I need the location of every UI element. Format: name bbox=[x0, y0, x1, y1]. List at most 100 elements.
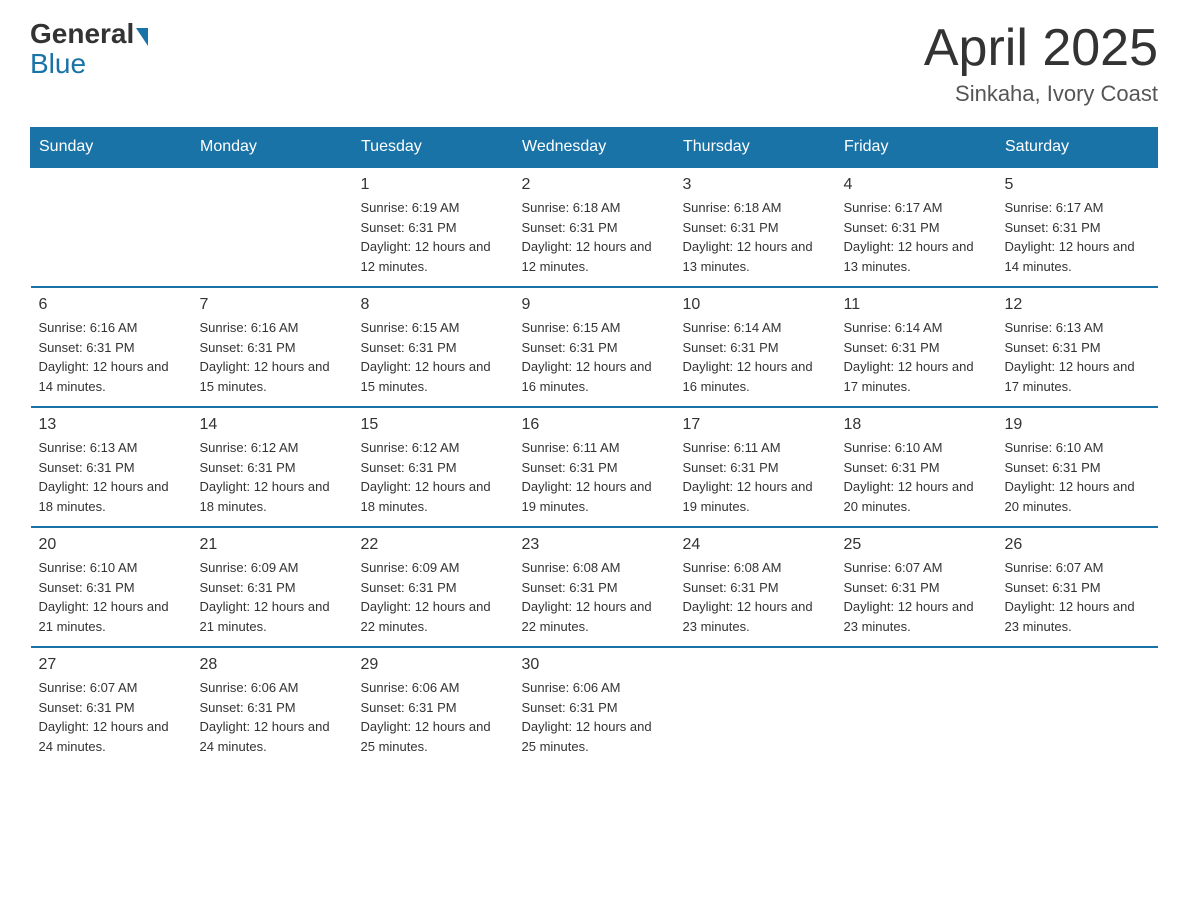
day-number-4: 4 bbox=[844, 176, 989, 194]
day-info-18: Sunrise: 6:10 AMSunset: 6:31 PMDaylight:… bbox=[844, 438, 989, 516]
day-cell-4: 4 Sunrise: 6:17 AMSunset: 6:31 PMDaylight… bbox=[836, 167, 997, 287]
day-number-13: 13 bbox=[39, 416, 184, 434]
day-cell-3: 3 Sunrise: 6:18 AMSunset: 6:31 PMDaylight… bbox=[675, 167, 836, 287]
day-info-9: Sunrise: 6:15 AMSunset: 6:31 PMDaylight:… bbox=[522, 318, 667, 396]
day-info-30: Sunrise: 6:06 AMSunset: 6:31 PMDaylight:… bbox=[522, 678, 667, 756]
day-info-6: Sunrise: 6:16 AMSunset: 6:31 PMDaylight:… bbox=[39, 318, 184, 396]
day-number-27: 27 bbox=[39, 656, 184, 674]
day-info-19: Sunrise: 6:10 AMSunset: 6:31 PMDaylight:… bbox=[1005, 438, 1150, 516]
logo-general-text: General bbox=[30, 20, 134, 48]
day-info-23: Sunrise: 6:08 AMSunset: 6:31 PMDaylight:… bbox=[522, 558, 667, 636]
day-cell-2: 2Sunrise: 6:18 AMSunset: 6:31 PMDaylight… bbox=[514, 167, 675, 287]
day-info-25: Sunrise: 6:07 AMSunset: 6:31 PMDaylight:… bbox=[844, 558, 989, 636]
day-cell-24: 24Sunrise: 6:08 AMSunset: 6:31 PMDayligh… bbox=[675, 527, 836, 647]
day-info-10: Sunrise: 6:14 AMSunset: 6:31 PMDaylight:… bbox=[683, 318, 828, 396]
day-cell-1: 1Sunrise: 6:19 AMSunset: 6:31 PMDaylight… bbox=[353, 167, 514, 287]
day-info-8: Sunrise: 6:15 AMSunset: 6:31 PMDaylight:… bbox=[361, 318, 506, 396]
day-cell-21: 21 Sunrise: 6:09 AMSunset: 6:31 PMDayligh… bbox=[192, 527, 353, 647]
empty-cell bbox=[31, 167, 192, 287]
day-info-3: Sunrise: 6:18 AMSunset: 6:31 PMDaylight:… bbox=[683, 198, 828, 276]
day-number-11: 11 bbox=[844, 296, 989, 314]
day-cell-17: 17 Sunrise: 6:11 AMSunset: 6:31 PMDayligh… bbox=[675, 407, 836, 527]
day-number-10: 10 bbox=[683, 296, 828, 314]
empty-cell bbox=[675, 647, 836, 766]
day-info-24: Sunrise: 6:08 AMSunset: 6:31 PMDaylight:… bbox=[683, 558, 828, 636]
location-title: Sinkaha, Ivory Coast bbox=[924, 81, 1158, 107]
weekday-header-thursday: Thursday bbox=[675, 128, 836, 168]
day-info-14: Sunrise: 6:12 AMSunset: 6:31 PMDaylight:… bbox=[200, 438, 345, 516]
day-number-26: 26 bbox=[1005, 536, 1150, 554]
day-number-20: 20 bbox=[39, 536, 184, 554]
day-cell-14: 14 Sunrise: 6:12 AMSunset: 6:31 PMDayligh… bbox=[192, 407, 353, 527]
day-info-27: Sunrise: 6:07 AMSunset: 6:31 PMDaylight:… bbox=[39, 678, 184, 756]
day-number-12: 12 bbox=[1005, 296, 1150, 314]
day-number-3: 3 bbox=[683, 176, 828, 194]
day-number-17: 17 bbox=[683, 416, 828, 434]
day-number-9: 9 bbox=[522, 296, 667, 314]
day-info-21: Sunrise: 6:09 AMSunset: 6:31 PMDaylight:… bbox=[200, 558, 345, 636]
day-cell-8: 8 Sunrise: 6:15 AMSunset: 6:31 PMDaylight… bbox=[353, 287, 514, 407]
calendar-table: SundayMondayTuesdayWednesdayThursdayFrid… bbox=[30, 127, 1158, 766]
weekday-header-row: SundayMondayTuesdayWednesdayThursdayFrid… bbox=[31, 128, 1158, 168]
day-info-13: Sunrise: 6:13 AMSunset: 6:31 PMDaylight:… bbox=[39, 438, 184, 516]
empty-cell bbox=[997, 647, 1158, 766]
logo-triangle-icon bbox=[136, 28, 148, 46]
day-number-8: 8 bbox=[361, 296, 506, 314]
day-cell-15: 15 Sunrise: 6:12 AMSunset: 6:31 PMDayligh… bbox=[353, 407, 514, 527]
day-cell-30: 30Sunrise: 6:06 AMSunset: 6:31 PMDayligh… bbox=[514, 647, 675, 766]
day-cell-27: 27 Sunrise: 6:07 AMSunset: 6:31 PMDayligh… bbox=[31, 647, 192, 766]
header: General Blue April 2025 Sinkaha, Ivory C… bbox=[30, 20, 1158, 107]
logo: General Blue bbox=[30, 20, 150, 80]
day-info-15: Sunrise: 6:12 AMSunset: 6:31 PMDaylight:… bbox=[361, 438, 506, 516]
week-row-1: 1Sunrise: 6:19 AMSunset: 6:31 PMDaylight… bbox=[31, 167, 1158, 287]
day-info-5: Sunrise: 6:17 AMSunset: 6:31 PMDaylight:… bbox=[1005, 198, 1150, 276]
week-row-2: 6 Sunrise: 6:16 AMSunset: 6:31 PMDaylight… bbox=[31, 287, 1158, 407]
day-info-17: Sunrise: 6:11 AMSunset: 6:31 PMDaylight:… bbox=[683, 438, 828, 516]
day-cell-28: 28 Sunrise: 6:06 AMSunset: 6:31 PMDayligh… bbox=[192, 647, 353, 766]
day-cell-20: 20 Sunrise: 6:10 AMSunset: 6:31 PMDayligh… bbox=[31, 527, 192, 647]
day-info-11: Sunrise: 6:14 AMSunset: 6:31 PMDaylight:… bbox=[844, 318, 989, 396]
day-info-28: Sunrise: 6:06 AMSunset: 6:31 PMDaylight:… bbox=[200, 678, 345, 756]
day-info-26: Sunrise: 6:07 AMSunset: 6:31 PMDaylight:… bbox=[1005, 558, 1150, 636]
day-number-7: 7 bbox=[200, 296, 345, 314]
day-number-5: 5 bbox=[1005, 176, 1150, 194]
day-cell-9: 9 Sunrise: 6:15 AMSunset: 6:31 PMDaylight… bbox=[514, 287, 675, 407]
day-info-1: Sunrise: 6:19 AMSunset: 6:31 PMDaylight:… bbox=[361, 198, 506, 276]
day-cell-11: 11 Sunrise: 6:14 AMSunset: 6:31 PMDayligh… bbox=[836, 287, 997, 407]
day-cell-13: 13 Sunrise: 6:13 AMSunset: 6:31 PMDayligh… bbox=[31, 407, 192, 527]
day-cell-19: 19 Sunrise: 6:10 AMSunset: 6:31 PMDayligh… bbox=[997, 407, 1158, 527]
weekday-header-monday: Monday bbox=[192, 128, 353, 168]
day-cell-12: 12 Sunrise: 6:13 AMSunset: 6:31 PMDayligh… bbox=[997, 287, 1158, 407]
day-number-28: 28 bbox=[200, 656, 345, 674]
weekday-header-tuesday: Tuesday bbox=[353, 128, 514, 168]
week-row-5: 27 Sunrise: 6:07 AMSunset: 6:31 PMDayligh… bbox=[31, 647, 1158, 766]
day-cell-16: 16Sunrise: 6:11 AMSunset: 6:31 PMDayligh… bbox=[514, 407, 675, 527]
day-cell-7: 7Sunrise: 6:16 AMSunset: 6:31 PMDaylight… bbox=[192, 287, 353, 407]
day-cell-29: 29Sunrise: 6:06 AMSunset: 6:31 PMDayligh… bbox=[353, 647, 514, 766]
title-area: April 2025 Sinkaha, Ivory Coast bbox=[924, 20, 1158, 107]
day-number-14: 14 bbox=[200, 416, 345, 434]
month-title: April 2025 bbox=[924, 20, 1158, 77]
day-info-22: Sunrise: 6:09 AMSunset: 6:31 PMDaylight:… bbox=[361, 558, 506, 636]
day-number-23: 23 bbox=[522, 536, 667, 554]
day-number-22: 22 bbox=[361, 536, 506, 554]
day-number-25: 25 bbox=[844, 536, 989, 554]
week-row-4: 20 Sunrise: 6:10 AMSunset: 6:31 PMDayligh… bbox=[31, 527, 1158, 647]
day-number-6: 6 bbox=[39, 296, 184, 314]
day-number-15: 15 bbox=[361, 416, 506, 434]
day-number-2: 2 bbox=[522, 176, 667, 194]
day-cell-26: 26 Sunrise: 6:07 AMSunset: 6:31 PMDayligh… bbox=[997, 527, 1158, 647]
day-cell-10: 10 Sunrise: 6:14 AMSunset: 6:31 PMDayligh… bbox=[675, 287, 836, 407]
day-info-4: Sunrise: 6:17 AMSunset: 6:31 PMDaylight:… bbox=[844, 198, 989, 276]
empty-cell bbox=[836, 647, 997, 766]
day-number-21: 21 bbox=[200, 536, 345, 554]
day-info-12: Sunrise: 6:13 AMSunset: 6:31 PMDaylight:… bbox=[1005, 318, 1150, 396]
weekday-header-friday: Friday bbox=[836, 128, 997, 168]
day-number-19: 19 bbox=[1005, 416, 1150, 434]
day-cell-22: 22 Sunrise: 6:09 AMSunset: 6:31 PMDayligh… bbox=[353, 527, 514, 647]
week-row-3: 13 Sunrise: 6:13 AMSunset: 6:31 PMDayligh… bbox=[31, 407, 1158, 527]
day-cell-25: 25 Sunrise: 6:07 AMSunset: 6:31 PMDayligh… bbox=[836, 527, 997, 647]
day-cell-6: 6 Sunrise: 6:16 AMSunset: 6:31 PMDaylight… bbox=[31, 287, 192, 407]
day-info-20: Sunrise: 6:10 AMSunset: 6:31 PMDaylight:… bbox=[39, 558, 184, 636]
empty-cell bbox=[192, 167, 353, 287]
